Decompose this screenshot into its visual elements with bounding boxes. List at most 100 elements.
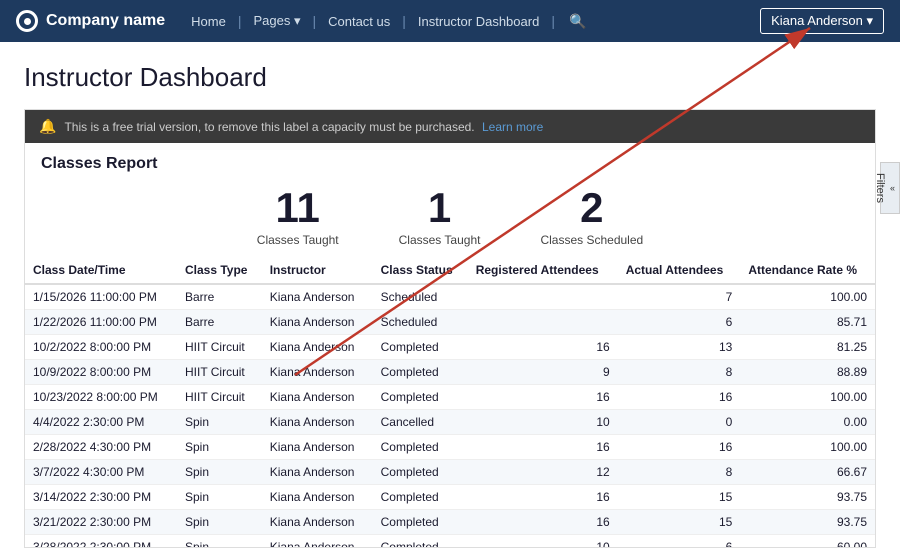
brand-icon [16, 10, 38, 32]
classes-table-wrapper[interactable]: Class Date/Time Class Type Instructor Cl… [25, 257, 875, 547]
filters-label: Filters [874, 173, 886, 203]
table-cell: 0 [618, 410, 741, 435]
table-cell: 10 [468, 535, 618, 548]
nav-contact[interactable]: Contact us [322, 10, 396, 33]
table-cell: 16 [468, 335, 618, 360]
table-row: 10/2/2022 8:00:00 PMHIIT CircuitKiana An… [25, 335, 875, 360]
stat-classes-taught-2: 1 Classes Taught [399, 187, 481, 247]
stat-number-2: 1 [399, 187, 481, 229]
table-cell: 12 [468, 460, 618, 485]
table-cell [468, 284, 618, 310]
stat-number-1: 11 [257, 187, 339, 229]
table-cell: 100.00 [740, 284, 875, 310]
navbar: Company name Home | Pages ▾ | Contact us… [0, 0, 900, 42]
table-cell: 8 [618, 360, 741, 385]
table-cell: 4/4/2022 2:30:00 PM [25, 410, 177, 435]
col-actual: Actual Attendees [618, 257, 741, 284]
table-cell: Barre [177, 310, 262, 335]
main-content: Instructor Dashboard 🔔 This is a free tr… [0, 42, 900, 548]
table-cell: 16 [468, 435, 618, 460]
stat-label-1: Classes Taught [257, 233, 339, 247]
nav-sep-1: | [238, 13, 242, 29]
report-container: 🔔 This is a free trial version, to remov… [24, 109, 876, 548]
table-cell: Spin [177, 410, 262, 435]
table-cell: Barre [177, 284, 262, 310]
table-cell: Completed [373, 435, 468, 460]
table-cell: 16 [618, 435, 741, 460]
search-icon[interactable]: 🔍 [561, 9, 594, 34]
table-row: 10/9/2022 8:00:00 PMHIIT CircuitKiana An… [25, 360, 875, 385]
col-status: Class Status [373, 257, 468, 284]
nav-pages[interactable]: Pages ▾ [247, 9, 306, 33]
table-cell: HIIT Circuit [177, 360, 262, 385]
user-menu-button[interactable]: Kiana Anderson ▾ [760, 8, 884, 34]
brand-name: Company name [46, 12, 165, 30]
stat-classes-taught-1: 11 Classes Taught [257, 187, 339, 247]
stats-row: 11 Classes Taught 1 Classes Taught 2 Cla… [25, 173, 875, 257]
table-cell: 16 [618, 385, 741, 410]
table-cell: Scheduled [373, 284, 468, 310]
learn-more-link[interactable]: Learn more [482, 120, 543, 134]
table-cell: Kiana Anderson [262, 410, 373, 435]
trial-banner: 🔔 This is a free trial version, to remov… [25, 110, 875, 143]
table-cell: HIIT Circuit [177, 335, 262, 360]
table-cell: 2/28/2022 4:30:00 PM [25, 435, 177, 460]
table-cell: HIIT Circuit [177, 385, 262, 410]
nav-sep-3: | [402, 13, 406, 29]
table-cell: Kiana Anderson [262, 385, 373, 410]
table-cell: Scheduled [373, 310, 468, 335]
table-cell: Kiana Anderson [262, 310, 373, 335]
nav-sep-2: | [312, 13, 316, 29]
table-cell: 66.67 [740, 460, 875, 485]
trial-banner-text: This is a free trial version, to remove … [64, 120, 543, 134]
table-cell: Kiana Anderson [262, 510, 373, 535]
table-cell: 100.00 [740, 385, 875, 410]
filters-sidebar[interactable]: « Filters [880, 162, 900, 214]
nav-home[interactable]: Home [185, 10, 232, 33]
table-body: 1/15/2026 11:00:00 PMBarreKiana Anderson… [25, 284, 875, 547]
table-cell: 88.89 [740, 360, 875, 385]
stat-label-3: Classes Scheduled [540, 233, 643, 247]
stat-number-3: 2 [540, 187, 643, 229]
table-cell: 6 [618, 310, 741, 335]
table-cell: 16 [468, 385, 618, 410]
table-cell: 3/21/2022 2:30:00 PM [25, 510, 177, 535]
page-title: Instructor Dashboard [24, 62, 876, 93]
table-cell: Kiana Anderson [262, 335, 373, 360]
table-cell: 16 [468, 510, 618, 535]
table-cell: Kiana Anderson [262, 360, 373, 385]
table-cell: 10/9/2022 8:00:00 PM [25, 360, 177, 385]
nav-sep-4: | [551, 13, 555, 29]
table-cell: 13 [618, 335, 741, 360]
table-row: 1/22/2026 11:00:00 PMBarreKiana Anderson… [25, 310, 875, 335]
table-cell: 1/22/2026 11:00:00 PM [25, 310, 177, 335]
table-cell: Completed [373, 335, 468, 360]
classes-table: Class Date/Time Class Type Instructor Cl… [25, 257, 875, 547]
table-cell: 7 [618, 284, 741, 310]
col-rate: Attendance Rate % [740, 257, 875, 284]
table-cell: 8 [618, 460, 741, 485]
table-cell: 93.75 [740, 510, 875, 535]
table-cell: 10/2/2022 8:00:00 PM [25, 335, 177, 360]
table-row: 1/15/2026 11:00:00 PMBarreKiana Anderson… [25, 284, 875, 310]
bell-icon: 🔔 [39, 118, 56, 135]
table-cell: Spin [177, 460, 262, 485]
table-row: 2/28/2022 4:30:00 PMSpinKiana AndersonCo… [25, 435, 875, 460]
table-cell: Kiana Anderson [262, 435, 373, 460]
table-cell: Spin [177, 435, 262, 460]
table-row: 3/28/2022 2:30:00 PMSpinKiana AndersonCo… [25, 535, 875, 548]
report-header: Classes Report [25, 143, 875, 173]
col-type: Class Type [177, 257, 262, 284]
nav-instructor-dashboard[interactable]: Instructor Dashboard [412, 10, 545, 33]
stat-classes-scheduled: 2 Classes Scheduled [540, 187, 643, 247]
table-cell: Cancelled [373, 410, 468, 435]
table-cell: Completed [373, 460, 468, 485]
col-date: Class Date/Time [25, 257, 177, 284]
table-row: 3/7/2022 4:30:00 PMSpinKiana AndersonCom… [25, 460, 875, 485]
table-row: 4/4/2022 2:30:00 PMSpinKiana AndersonCan… [25, 410, 875, 435]
table-cell: 85.71 [740, 310, 875, 335]
table-cell: 100.00 [740, 435, 875, 460]
col-instructor: Instructor [262, 257, 373, 284]
table-header: Class Date/Time Class Type Instructor Cl… [25, 257, 875, 284]
table-cell: 3/28/2022 2:30:00 PM [25, 535, 177, 548]
